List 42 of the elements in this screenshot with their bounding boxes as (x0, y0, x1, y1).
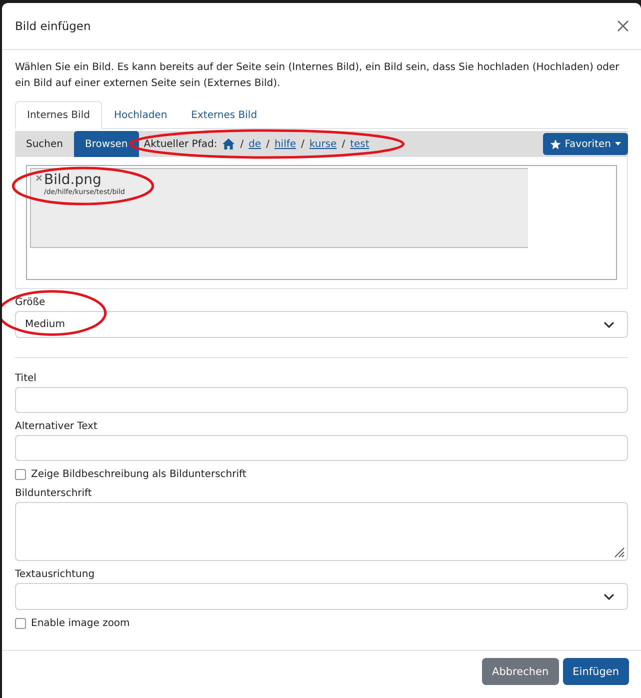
field-label: Textausrichtung (15, 569, 96, 580)
path-label: Aktueller Pfad: (144, 138, 218, 150)
field-label: Titel (15, 373, 38, 384)
checkbox-label: Zeige Bildbeschreibung als Bildunterschrift (31, 469, 246, 480)
select-field[interactable]: Medium (15, 311, 628, 338)
path-link[interactable]: test (350, 138, 370, 150)
path-link[interactable]: de (248, 138, 262, 150)
checkbox[interactable] (15, 618, 26, 629)
star-icon (550, 138, 561, 150)
path-separator: / (240, 138, 244, 150)
path-separator: / (266, 138, 270, 150)
tab[interactable]: Internes Bild (15, 101, 102, 129)
input-field[interactable] (15, 387, 628, 413)
favorites-button[interactable]: Favoriten (542, 133, 628, 155)
checkbox[interactable] (15, 469, 26, 480)
mode-tab[interactable]: Suchen (15, 131, 74, 157)
select-field[interactable] (15, 583, 628, 610)
tab[interactable]: Externes Bild (179, 101, 270, 129)
caret-icon (615, 142, 621, 146)
cancel-button[interactable]: Abbrechen (482, 658, 559, 685)
path-link[interactable]: kurse (309, 138, 337, 150)
tab[interactable]: Hochladen (102, 101, 180, 129)
text-area[interactable] (15, 502, 628, 561)
checkbox-label: Enable image zoom (31, 618, 130, 629)
field-label: Alternativer Text (15, 421, 98, 432)
close-icon[interactable] (617, 20, 629, 32)
field-label: Größe (15, 297, 46, 308)
path-link[interactable]: hilfe (274, 138, 296, 150)
mode-tab[interactable]: Browsen (74, 131, 139, 157)
file-name[interactable]: Bild.png (44, 172, 102, 188)
insert-button[interactable]: Einfügen (562, 658, 629, 685)
field-label: Bildunterschrift (15, 488, 93, 499)
path-separator: / (342, 138, 346, 150)
input-field[interactable] (15, 435, 628, 461)
path-separator: / (301, 138, 304, 150)
remove-icon[interactable] (36, 175, 42, 181)
dialog-title: Bild einfügen (15, 19, 91, 33)
resize-grip-icon (613, 546, 625, 558)
home-icon[interactable] (222, 138, 236, 150)
description-text: Wählen Sie ein Bild. Es kann bereits auf der Seite sein (Internes Bild), ein Bild sein, dass Sie hochladen (Hochladen) oder ein Bild auf einer externen Seite sein (Externes Bild). (15, 61, 620, 91)
chevron-down-icon (603, 592, 615, 600)
chevron-down-icon (603, 320, 615, 328)
